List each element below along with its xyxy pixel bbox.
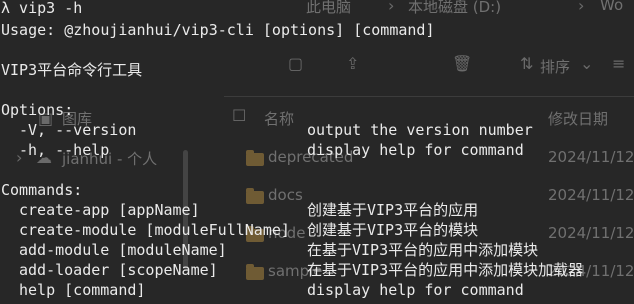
command-description: 创建基于VIP3平台的应用 [307,201,479,219]
options-header: Options: [1,101,74,119]
command-prompt-line: λ vip3 -h [1,0,83,17]
command-description: 创建基于VIP3平台的模块 [307,221,479,239]
cli-description: VIP3平台命令行工具 [1,61,143,79]
command-name: create-module [moduleFullName] [19,221,290,239]
command-name: add-loader [scopeName] [19,261,218,279]
option-description: output the version number [307,121,533,139]
usage-line: Usage: @zhoujianhui/vip3-cli [options] [… [1,21,435,39]
commands-header: Commands: [1,181,83,199]
command-description: display help for command [307,281,524,299]
option-description: display help for command [307,141,524,159]
command-name: help [command] [19,281,146,299]
option-flag: -h, --help [19,141,110,159]
command-description: 在基于VIP3平台的应用中添加模块 [307,241,539,259]
command-name: add-module [moduleName] [19,241,227,259]
terminal-output[interactable]: λ vip3 -h Usage: @zhoujianhui/vip3-cli [… [0,0,634,304]
command-name: create-app [appName] [19,201,200,219]
option-flag: -V, --version [19,121,137,139]
command-description: 在基于VIP3平台的应用中添加模块加载器 [307,261,584,279]
